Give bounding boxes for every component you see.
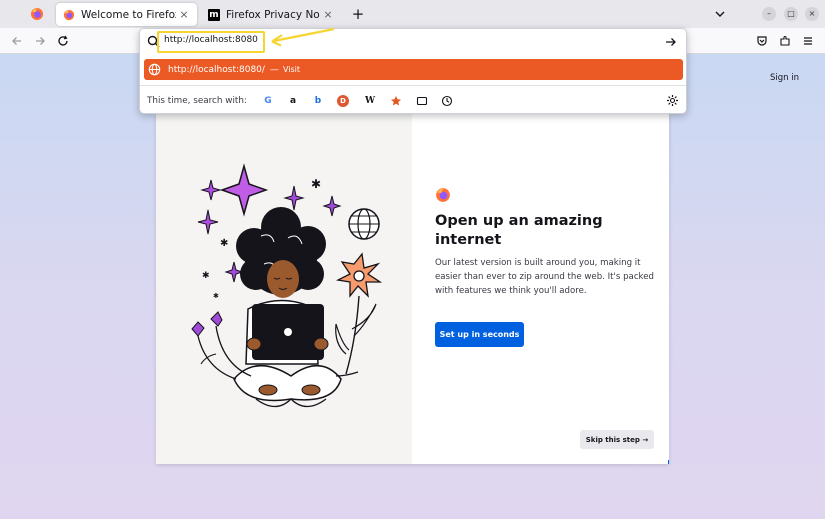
forward-arrow-icon bbox=[36, 37, 45, 45]
url-bar bbox=[140, 29, 686, 55]
reload-button[interactable] bbox=[55, 33, 71, 49]
illustration-panel: ✱ ✱ ✱ ✱ bbox=[156, 114, 412, 464]
skip-step-button[interactable]: Skip this step → bbox=[580, 430, 654, 449]
close-icon[interactable]: × bbox=[176, 8, 192, 21]
tab-welcome[interactable]: Welcome to Firefox × bbox=[56, 3, 197, 26]
svg-text:✱: ✱ bbox=[220, 238, 228, 249]
one-off-search-bar: This time, search with: G a b D W bbox=[140, 85, 686, 115]
favicon-letter: m bbox=[209, 9, 219, 20]
gear-icon[interactable] bbox=[666, 94, 679, 107]
pocket-icon bbox=[757, 36, 767, 46]
tabs-icon[interactable] bbox=[416, 95, 428, 107]
page-title: Open up an amazing internet bbox=[435, 213, 603, 248]
firefox-view-icon[interactable] bbox=[30, 7, 44, 21]
bing-engine-icon[interactable]: b bbox=[312, 95, 324, 107]
maximize-button[interactable]: □ bbox=[784, 7, 798, 21]
page-content: Sign in ✱ ✱ ✱ ✱ Open up an amazing inter… bbox=[0, 54, 825, 519]
url-highlight-annotation bbox=[157, 31, 265, 53]
tab-privacy-notice[interactable]: m Firefox Privacy Notice — × bbox=[201, 3, 341, 26]
puzzle-icon bbox=[780, 35, 790, 46]
forward-button[interactable] bbox=[32, 33, 48, 49]
extensions-button[interactable] bbox=[777, 33, 793, 49]
google-engine-icon[interactable]: G bbox=[262, 95, 274, 107]
search-with-label: This time, search with: bbox=[147, 96, 247, 106]
progress-fill bbox=[668, 460, 669, 464]
back-button[interactable] bbox=[9, 33, 25, 49]
svg-text:✱: ✱ bbox=[311, 177, 321, 191]
wikipedia-engine-icon[interactable]: W bbox=[364, 95, 376, 107]
minimize-button[interactable]: – bbox=[762, 7, 776, 21]
description-text: Our latest version is built around you, … bbox=[435, 258, 654, 296]
history-clock-icon[interactable] bbox=[441, 95, 453, 107]
go-arrow-icon[interactable] bbox=[664, 35, 678, 49]
back-arrow-icon bbox=[12, 37, 21, 45]
pocket-button[interactable] bbox=[754, 33, 770, 49]
suggestion-action: Visit bbox=[282, 65, 300, 74]
url-suggestion-row[interactable]: http://localhost:8080/ — Visit bbox=[144, 59, 683, 80]
svg-text:✱: ✱ bbox=[213, 292, 219, 300]
bookmarks-star-icon[interactable] bbox=[390, 95, 402, 107]
onboarding-card: ✱ ✱ ✱ ✱ Open up an amazing internet Our … bbox=[156, 114, 669, 464]
svg-text:✱: ✱ bbox=[202, 271, 210, 281]
firefox-logo-icon bbox=[436, 188, 450, 202]
window-close-button[interactable]: × bbox=[805, 7, 819, 21]
url-bar-dropdown: http://localhost:8080/ — Visit This time… bbox=[139, 28, 687, 114]
person-with-laptop-illustration: ✱ ✱ ✱ ✱ bbox=[191, 163, 383, 408]
tab-strip: Welcome to Firefox × m Firefox Privacy N… bbox=[0, 0, 825, 28]
duckduckgo-engine-icon[interactable]: D bbox=[337, 95, 349, 107]
onboarding-progress bbox=[668, 460, 669, 464]
globe-icon bbox=[148, 63, 161, 76]
mozilla-favicon-icon: m bbox=[208, 8, 220, 21]
amazon-engine-icon[interactable]: a bbox=[287, 95, 299, 107]
reload-icon bbox=[58, 35, 68, 46]
close-icon[interactable]: × bbox=[320, 8, 336, 21]
suggestion-url: http://localhost:8080/ bbox=[168, 64, 265, 75]
set-up-button[interactable]: Set up in seconds bbox=[435, 322, 524, 347]
chevron-down-icon[interactable] bbox=[712, 6, 728, 22]
tab-title: Firefox Privacy Notice — bbox=[226, 8, 320, 21]
firefox-favicon-icon bbox=[63, 9, 75, 21]
sign-in-link[interactable]: Sign in bbox=[770, 73, 799, 83]
new-tab-button[interactable]: + bbox=[349, 5, 367, 23]
menu-button[interactable] bbox=[800, 33, 816, 49]
hamburger-menu-icon bbox=[804, 37, 812, 45]
content-panel: Open up an amazing internet Our latest v… bbox=[412, 114, 669, 464]
suggestion-separator: — bbox=[269, 64, 279, 75]
tab-title: Welcome to Firefox bbox=[81, 8, 176, 21]
